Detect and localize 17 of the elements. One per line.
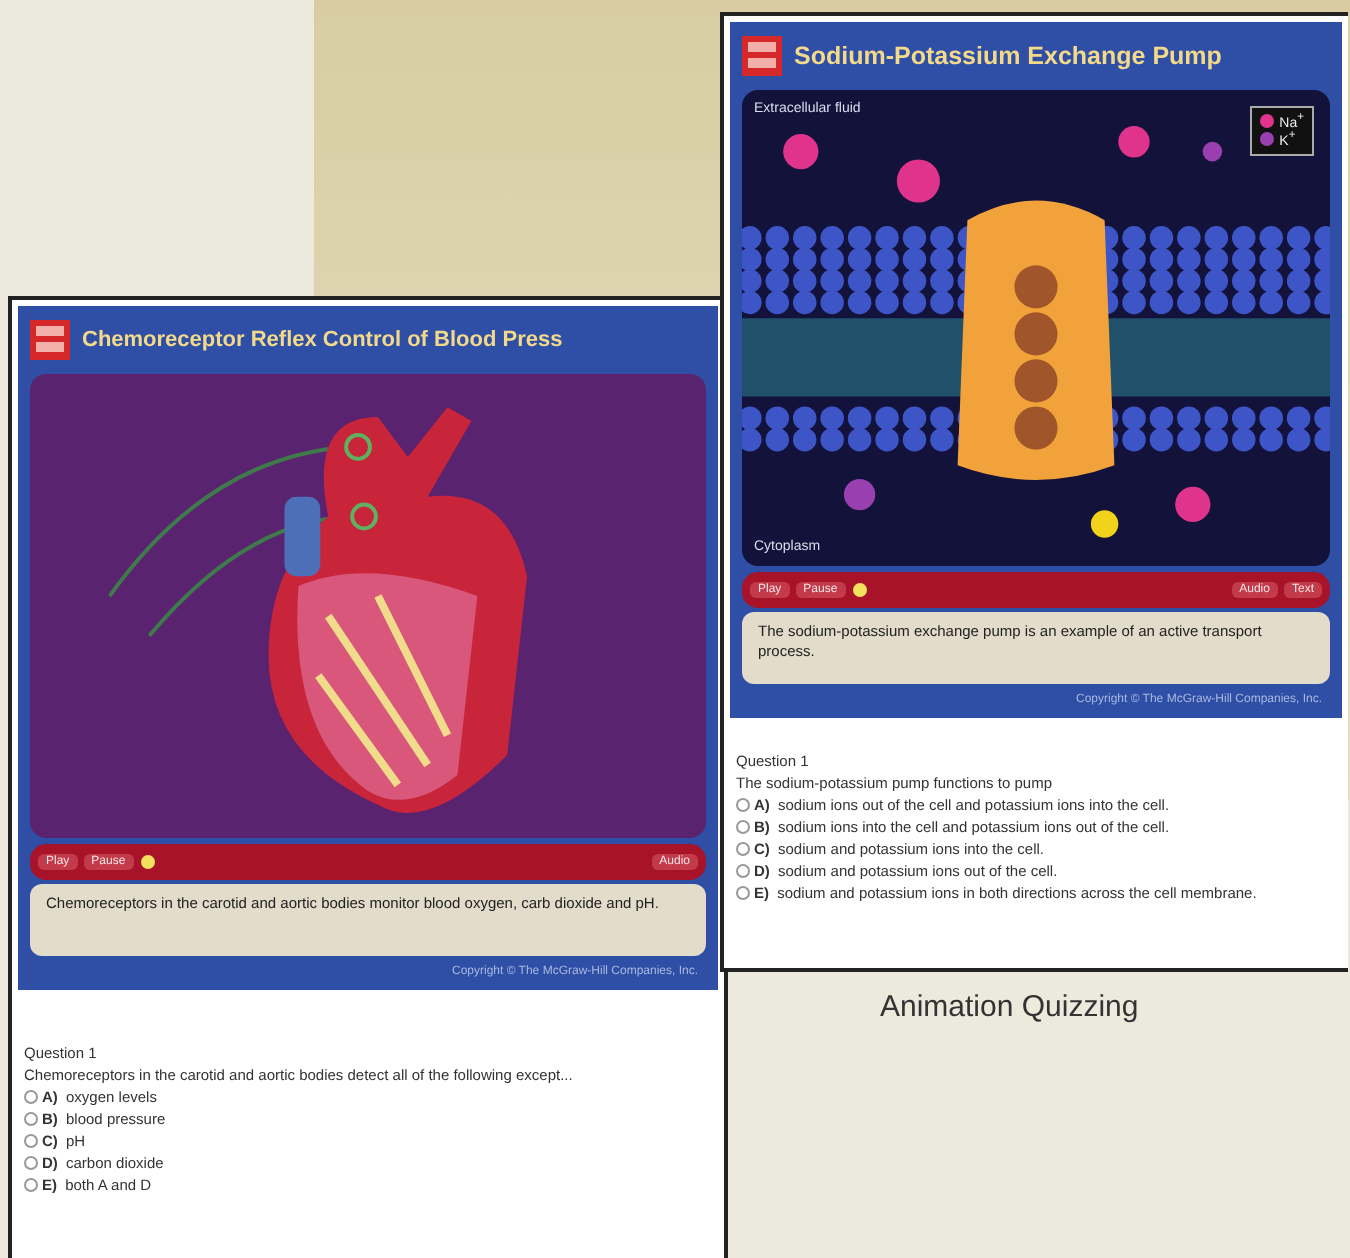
window-title: Chemoreceptor Reflex Control of Blood Press [82,328,563,352]
radio-button[interactable] [24,1090,38,1104]
radio-button[interactable] [736,842,750,856]
radio-button[interactable] [24,1178,38,1192]
radio-button[interactable] [736,820,750,834]
radio-button[interactable] [736,864,750,878]
progress-marker-icon[interactable] [139,854,156,870]
window-title: Sodium-Potassium Exchange Pump [794,42,1222,70]
publisher-logo-icon [30,320,70,360]
radio-button[interactable] [24,1134,38,1148]
feature-caption: Animation Quizzing [880,990,1139,1024]
radio-button[interactable] [736,886,750,900]
progress-marker-icon[interactable] [851,582,868,598]
publisher-logo-icon [742,36,782,76]
radio-button[interactable] [24,1156,38,1170]
radio-button[interactable] [736,798,750,812]
radio-button[interactable] [24,1112,38,1126]
